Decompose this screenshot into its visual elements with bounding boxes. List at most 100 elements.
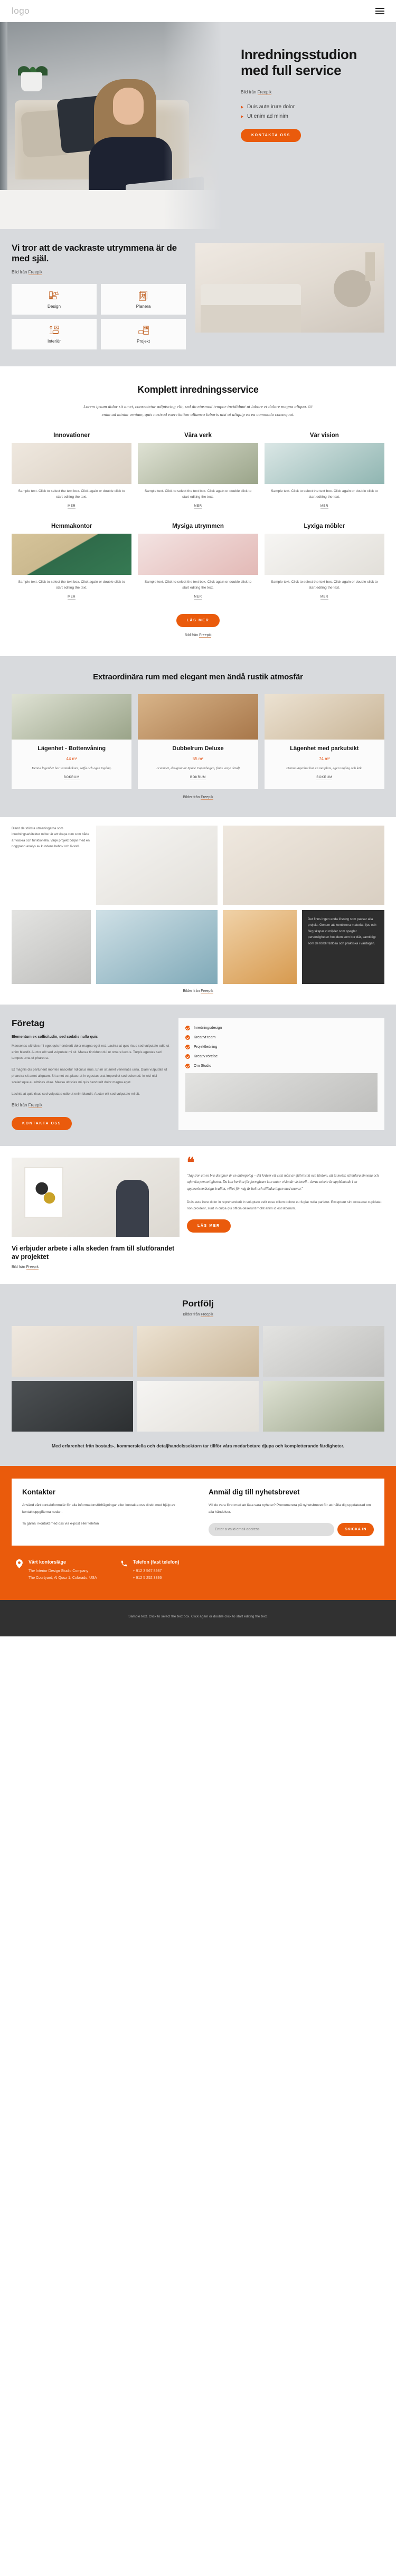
- landing-page: logo Inredningsstudion med full service …: [0, 0, 396, 1636]
- checklist-label: Projektledning: [194, 1045, 218, 1049]
- icon-card-projekt[interactable]: Projekt: [101, 318, 186, 349]
- company-title: Företag: [12, 1018, 45, 1028]
- collage-section: Bland de största utmaningarna som inredn…: [0, 817, 396, 1005]
- room-book-link[interactable]: BOKRUM: [316, 776, 333, 780]
- service-card-text: Sample text. Click to select the text bo…: [144, 489, 252, 499]
- icon-card-label: Planera: [136, 304, 151, 309]
- portfolio-item[interactable]: [263, 1326, 384, 1377]
- work-read-more-button[interactable]: LÄS MER: [187, 1219, 231, 1233]
- portfolio-item[interactable]: [263, 1381, 384, 1432]
- service-card-text: Sample text. Click to select the text bo…: [18, 489, 125, 499]
- company-paragraph: Maecenas ultricies mi eget quis hendreri…: [12, 1044, 169, 1060]
- contact-form-card: Kontakter Använd vårt kontaktformulär fö…: [12, 1479, 198, 1546]
- soul-title: Vi tror att de vackraste utrymmena är de…: [12, 243, 177, 264]
- list-item[interactable]: Om Studio: [185, 1063, 378, 1068]
- room-book-link[interactable]: BOKRUM: [63, 776, 80, 780]
- list-item[interactable]: Inredningsdesign: [185, 1025, 378, 1030]
- service-more-link[interactable]: MER: [194, 505, 202, 509]
- site-logo[interactable]: logo: [12, 6, 30, 16]
- hero-image-credit: Bild från Freepik: [241, 90, 380, 96]
- icon-card-interior[interactable]: Interiör: [12, 318, 97, 349]
- credit-link[interactable]: Freepik: [199, 633, 212, 638]
- newsletter-submit-button[interactable]: SKICKA IN: [337, 1523, 374, 1537]
- service-more-link[interactable]: MER: [68, 505, 76, 509]
- room-card[interactable]: Lägenhet - Bottenvåning 44 m² Denna läge…: [12, 694, 132, 789]
- hero-image: [0, 22, 227, 229]
- portfolio-title: Portfölj: [182, 1299, 214, 1309]
- services-lead: Lorem ipsum dolor sit amet, consectetur …: [83, 403, 313, 417]
- room-card[interactable]: Lägenhet med parkutsikt 74 m² Denna läge…: [264, 694, 384, 789]
- list-item[interactable]: Kreativ rörelse: [185, 1054, 378, 1059]
- service-more-link[interactable]: MER: [320, 505, 328, 509]
- newsletter-email-input[interactable]: [209, 1523, 335, 1537]
- company-subtitle: Elementum ex sollicitudin, sed sodalis n…: [12, 1035, 98, 1039]
- service-card-title: Innovationer: [53, 432, 90, 439]
- credit-link[interactable]: Freepik: [257, 90, 272, 96]
- service-card: Lyxiga möbler Sample text. Click to sele…: [264, 523, 384, 600]
- hero-contact-button[interactable]: KONTAKTA OSS: [241, 129, 301, 143]
- list-item[interactable]: Projektledning: [185, 1044, 378, 1049]
- work-section: Vi erbjuder arbete i alla skeden fram ti…: [0, 1145, 396, 1284]
- credit-link[interactable]: Freepik: [28, 269, 43, 275]
- credit-link[interactable]: Freepik: [201, 795, 213, 800]
- company-contact-button[interactable]: KONTAKTA OSS: [12, 1116, 72, 1130]
- phone-title: Telefon (fast telefon): [133, 1559, 180, 1565]
- credit-link[interactable]: Freepik: [28, 1102, 43, 1108]
- service-more-link[interactable]: MER: [68, 595, 76, 600]
- list-item: Duis aute irure dolor: [241, 104, 380, 110]
- hamburger-menu-icon[interactable]: [375, 8, 384, 14]
- check-circle-icon: [185, 1035, 190, 1040]
- room-card-size: 74 m²: [319, 756, 330, 761]
- collage-image: [96, 910, 218, 984]
- work-image-credit: Bild från Freepik: [12, 1265, 180, 1270]
- room-card[interactable]: Dubbelrum Deluxe 55 m² I rummet, designa…: [138, 694, 258, 789]
- icon-card-design[interactable]: Design: [12, 283, 97, 315]
- contact-info-row: Vårt kontorsläge The Interior Design Stu…: [12, 1559, 384, 1582]
- icon-card-label: Projekt: [137, 338, 150, 344]
- credit-link[interactable]: Freepik: [26, 1265, 39, 1270]
- service-card: Våra verk Sample text. Click to select t…: [138, 432, 258, 509]
- service-more-link[interactable]: MER: [194, 595, 202, 600]
- portfolio-item[interactable]: [137, 1381, 259, 1432]
- soul-image-credit: Bild från Freepik: [12, 269, 186, 275]
- color-palette-icon: [49, 291, 59, 299]
- service-card-title: Lyxiga möbler: [304, 523, 345, 529]
- work-title: Vi erbjuder arbete i alla skeden fram ti…: [12, 1244, 175, 1261]
- soul-section: Vi tror att de vackraste utrymmena är de…: [0, 229, 396, 366]
- services-read-more-button[interactable]: LÄS MER: [176, 614, 220, 628]
- room-card-image: [12, 694, 132, 740]
- room-book-link[interactable]: BOKRUM: [190, 776, 206, 780]
- icon-card-label: Interiör: [48, 338, 61, 344]
- list-item[interactable]: Kreativt team: [185, 1035, 378, 1040]
- contact-section: Kontakter Använd vårt kontaktformulär fö…: [0, 1466, 396, 1600]
- collage-image: [12, 910, 91, 984]
- collage-image: [96, 825, 218, 905]
- rooms-section: Extraordinära rum med elegant men ändå r…: [0, 656, 396, 817]
- credit-prefix: Bild från: [12, 269, 29, 274]
- portfolio-item[interactable]: [12, 1381, 133, 1432]
- portfolio-item[interactable]: [12, 1326, 133, 1377]
- rooms-image-credit: Bilder från Freepik: [12, 795, 384, 800]
- service-card-title: Vår vision: [309, 432, 339, 439]
- checklist-label: Kreativ rörelse: [194, 1054, 218, 1058]
- phone-line-2[interactable]: + 912 5 252 3336: [133, 1575, 180, 1582]
- soul-image: [195, 243, 384, 333]
- credit-link[interactable]: Freepik: [201, 1313, 213, 1318]
- site-footer: Sample text. Click to select the text bo…: [0, 1600, 396, 1636]
- blueprint-icon: [138, 291, 147, 301]
- portfolio-outro: Med erfarenhet från bostads-, kommersiel…: [52, 1443, 344, 1449]
- collage-row-1: Bland de största utmaningarna som inredn…: [12, 825, 384, 905]
- room-card-desc: Denna lägenhet har vattenkokare, soffa o…: [32, 766, 112, 770]
- phone-line-1[interactable]: + 912 3 567 8987: [133, 1568, 180, 1575]
- service-more-link[interactable]: MER: [320, 595, 328, 600]
- newsletter-card: Anmäl dig till nyhetsbrevet Vill du vara…: [198, 1479, 384, 1546]
- portfolio-item[interactable]: [137, 1326, 259, 1377]
- icon-card-planera[interactable]: Planera: [101, 283, 186, 315]
- service-card-image: [138, 442, 258, 484]
- room-card-title: Lägenhet - Bottenvåning: [37, 745, 106, 752]
- check-circle-icon: [185, 1054, 190, 1059]
- check-circle-icon: [185, 1044, 190, 1049]
- credit-link[interactable]: Freepik: [201, 989, 213, 993]
- phone-icon: [120, 1559, 128, 1570]
- company-image-credit: Bild från Freepik: [12, 1102, 170, 1108]
